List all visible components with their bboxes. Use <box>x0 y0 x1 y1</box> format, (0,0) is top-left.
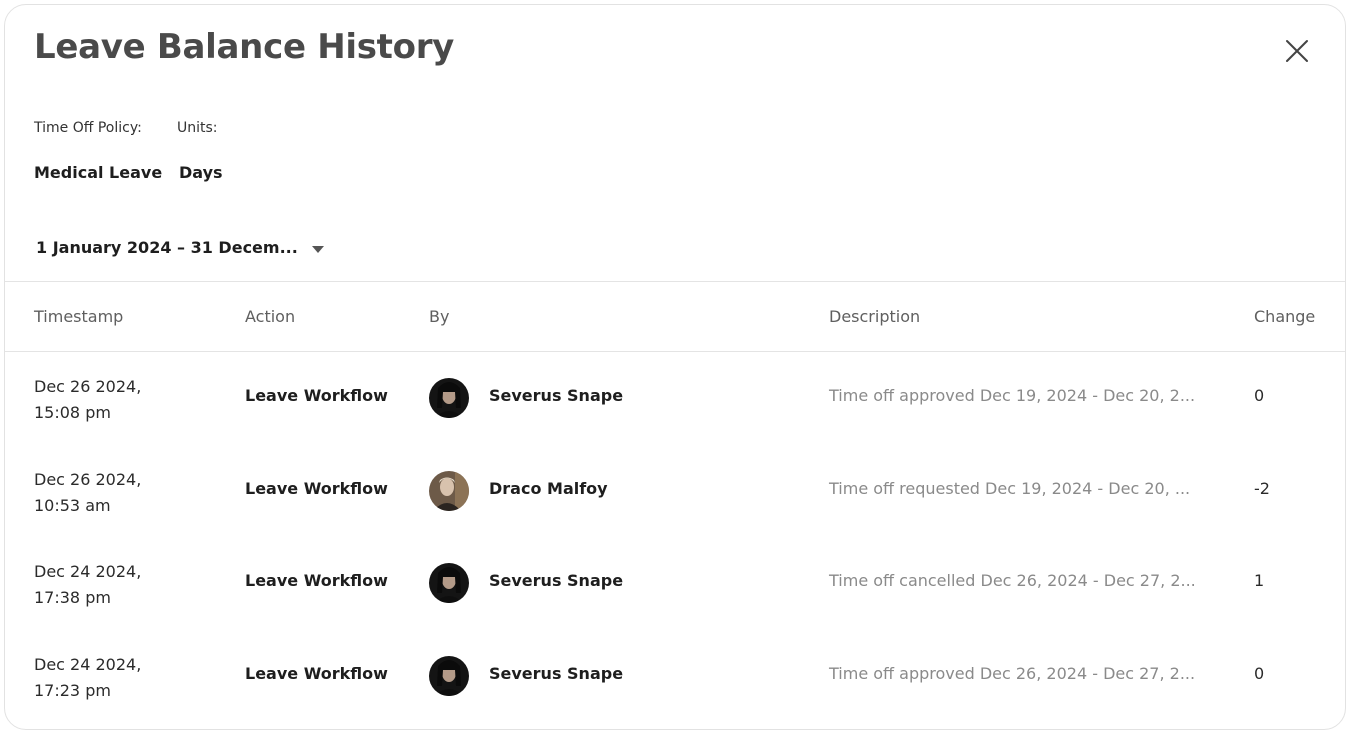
timestamp-date: Dec 26 2024, <box>34 470 142 489</box>
timestamp-cell: Dec 26 2024, 10:53 am <box>34 467 141 519</box>
timestamp-cell: Dec 24 2024, 17:38 pm <box>34 559 141 611</box>
timestamp-date: Dec 26 2024, <box>34 377 142 396</box>
column-header-timestamp: Timestamp <box>34 307 124 326</box>
column-header-by: By <box>429 307 450 326</box>
date-range-select[interactable]: 1 January 2024 – 31 Decem... <box>36 235 324 259</box>
action-cell: Leave Workflow <box>245 664 388 683</box>
change-cell: 0 <box>1254 386 1265 405</box>
timestamp-time: 10:53 am <box>34 496 111 515</box>
timestamp-date: Dec 24 2024, <box>34 655 142 674</box>
close-button[interactable] <box>1281 35 1313 67</box>
action-cell: Leave Workflow <box>245 479 388 498</box>
timestamp-time: 15:08 pm <box>34 403 111 422</box>
column-header-change: Change <box>1254 307 1316 326</box>
table-row: Dec 24 2024, 17:38 pm Leave Workflow Sev… <box>5 537 1345 629</box>
by-user-name: Draco Malfoy <box>489 479 608 498</box>
units-value: Days <box>179 163 223 182</box>
action-cell: Leave Workflow <box>245 571 388 590</box>
header-divider-top <box>5 281 1345 282</box>
timestamp-time: 17:38 pm <box>34 588 111 607</box>
draco-avatar <box>429 471 469 511</box>
severus-avatar <box>429 563 469 603</box>
description-cell: Time off approved Dec 19, 2024 - Dec 20,… <box>829 386 1196 405</box>
by-user-name: Severus Snape <box>489 386 624 405</box>
table-row: Dec 24 2024, 17:23 pm Leave Workflow Sev… <box>5 630 1345 722</box>
timestamp-time: 17:23 pm <box>34 681 111 700</box>
column-header-description: Description <box>829 307 921 326</box>
timestamp-cell: Dec 26 2024, 15:08 pm <box>34 374 141 426</box>
description-cell: Time off requested Dec 19, 2024 - Dec 20… <box>829 479 1191 498</box>
description-cell: Time off cancelled Dec 26, 2024 - Dec 27… <box>829 571 1196 590</box>
time-off-policy-value: Medical Leave <box>34 163 163 182</box>
time-off-policy-label: Time Off Policy: <box>34 120 142 136</box>
timestamp-date: Dec 24 2024, <box>34 562 142 581</box>
description-cell: Time off approved Dec 26, 2024 - Dec 27,… <box>829 664 1196 683</box>
table-row: Dec 26 2024, 15:08 pm Leave Workflow Sev… <box>5 352 1345 444</box>
action-cell: Leave Workflow <box>245 386 388 405</box>
modal-title: Leave Balance History <box>34 27 455 67</box>
table-row: Dec 26 2024, 10:53 am Leave Workflow Dra… <box>5 445 1345 537</box>
by-user-name: Severus Snape <box>489 571 624 590</box>
leave-balance-history-modal: Leave Balance History Time Off Policy: U… <box>4 4 1346 730</box>
change-cell: 1 <box>1254 571 1265 590</box>
close-icon <box>1286 40 1308 62</box>
severus-avatar <box>429 656 469 696</box>
units-label: Units: <box>177 120 218 136</box>
change-cell: 0 <box>1254 664 1265 683</box>
column-header-action: Action <box>245 307 296 326</box>
by-user-name: Severus Snape <box>489 664 624 683</box>
severus-avatar <box>429 378 469 418</box>
timestamp-cell: Dec 24 2024, 17:23 pm <box>34 652 141 704</box>
change-cell: -2 <box>1254 479 1270 498</box>
date-range-value: 1 January 2024 – 31 Decem... <box>36 237 298 257</box>
chevron-down-icon <box>311 245 324 253</box>
